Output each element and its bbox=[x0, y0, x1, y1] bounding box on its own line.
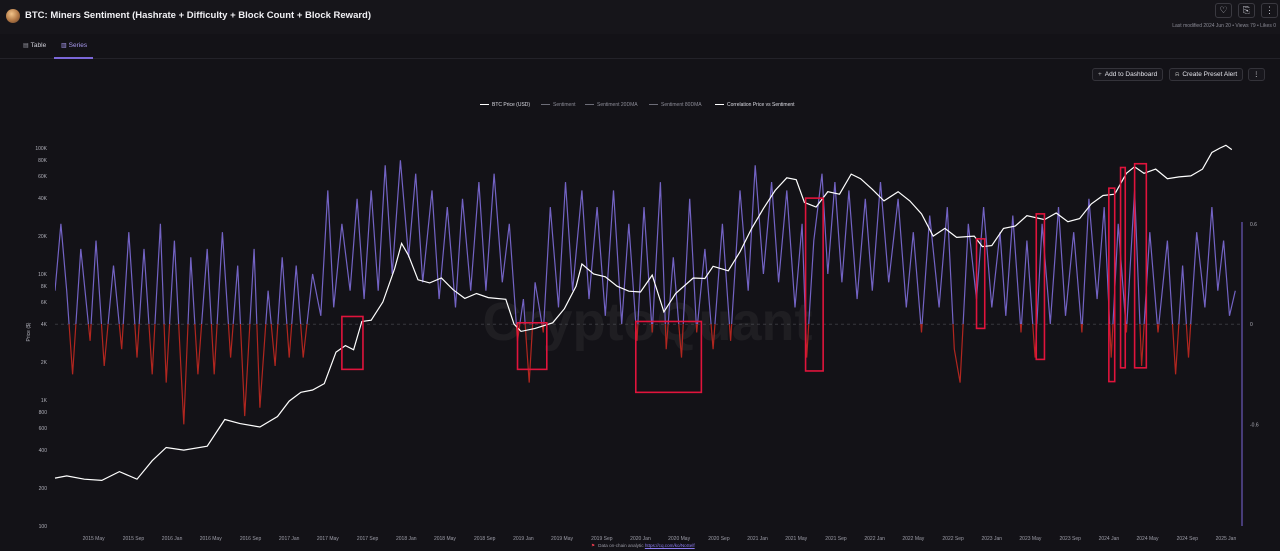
more-vertical-icon: ⋮ bbox=[1253, 71, 1260, 78]
more-options-button[interactable]: ⋮ bbox=[1261, 3, 1278, 18]
chart-icon: ▥ bbox=[61, 43, 67, 49]
x-tick-label: 2023 May bbox=[1019, 536, 1041, 542]
bell-icon: ⍾ bbox=[1175, 71, 1180, 78]
x-tick-label: 2020 May bbox=[668, 536, 690, 542]
x-tick-label: 2021 May bbox=[785, 536, 807, 542]
x-tick-label: 2019 May bbox=[551, 536, 573, 542]
y-tick-label: 800 bbox=[39, 410, 48, 416]
x-tick-label: 2020 Jan bbox=[630, 536, 651, 542]
plus-icon: + bbox=[1098, 71, 1102, 78]
toolbar-more-button[interactable]: ⋮ bbox=[1248, 68, 1265, 81]
y-tick-label: 10K bbox=[38, 272, 48, 278]
x-tick-label: 2023 Sep bbox=[1060, 536, 1082, 542]
tab-series-label: Series bbox=[68, 42, 88, 49]
legend-item-sentiment[interactable]: Sentiment bbox=[541, 102, 576, 108]
x-tick-label: 2019 Sep bbox=[591, 536, 613, 542]
chart-header: BTC: Miners Sentiment (Hashrate + Diffic… bbox=[0, 0, 1280, 34]
tab-table-label: Table bbox=[30, 42, 47, 49]
x-tick-label: 2024 Jan bbox=[1099, 536, 1120, 542]
view-tabs: ▤ Table ▥ Series bbox=[0, 34, 1280, 59]
x-tick-label: 2017 May bbox=[317, 536, 339, 542]
x-tick-label: 2025 Jan bbox=[1216, 536, 1237, 542]
right-tick-label: 0.6 bbox=[1250, 222, 1257, 228]
x-tick-label: 2016 Jan bbox=[162, 536, 183, 542]
active-tab-indicator bbox=[54, 57, 93, 59]
legend-label: Sentiment 80DMA bbox=[661, 102, 702, 108]
bookmark-button[interactable]: ⎘ bbox=[1238, 3, 1255, 18]
bookmark-icon: ⎘ bbox=[1242, 5, 1251, 15]
create-preset-alert-button[interactable]: ⍾ Create Preset Alert bbox=[1169, 68, 1244, 81]
y-tick-label: 20K bbox=[38, 234, 48, 240]
highlight-box bbox=[1119, 166, 1127, 369]
y-tick-label: 600 bbox=[39, 426, 48, 432]
x-tick-label: 2018 Sep bbox=[474, 536, 496, 542]
legend-label: BTC Price (USD) bbox=[492, 102, 531, 108]
x-tick-label: 2022 May bbox=[902, 536, 924, 542]
more-vertical-icon: ⋮ bbox=[1265, 5, 1274, 15]
x-tick-label: 2017 Jan bbox=[279, 536, 300, 542]
create-preset-alert-label: Create Preset Alert bbox=[1182, 71, 1238, 78]
page-title: BTC: Miners Sentiment (Hashrate + Diffic… bbox=[25, 10, 372, 21]
y-tick-label: 200 bbox=[39, 486, 48, 492]
y-tick-label: 1K bbox=[41, 398, 48, 404]
chart-legend: BTC Price (USD) Sentiment Sentiment 20DM… bbox=[0, 102, 1280, 112]
x-tick-label: 2023 Jan bbox=[981, 536, 1002, 542]
legend-item-price[interactable]: BTC Price (USD) bbox=[480, 102, 530, 108]
y-tick-label: 100K bbox=[35, 146, 47, 152]
x-tick-label: 2024 Sep bbox=[1177, 536, 1199, 542]
y-axis-label: Price ($) bbox=[26, 322, 32, 341]
x-tick-label: 2024 May bbox=[1137, 536, 1159, 542]
y-tick-label: 80K bbox=[38, 158, 48, 164]
tab-table[interactable]: ▤ Table bbox=[23, 42, 46, 49]
x-tick-label: 2021 Jan bbox=[747, 536, 768, 542]
miners-sentiment-chart[interactable]: CryptoQuant100K80K60K40K20K10K8K6K4K2K1K… bbox=[0, 112, 1280, 542]
x-tick-label: 2017 Sep bbox=[357, 536, 379, 542]
y-tick-label: 8K bbox=[41, 284, 48, 290]
chart-meta: Last modified 2024 Jun 20 • Views 79 • L… bbox=[1172, 23, 1276, 29]
x-tick-label: 2022 Jan bbox=[864, 536, 885, 542]
x-tick-label: 2020 Sep bbox=[708, 536, 730, 542]
legend-label: Sentiment bbox=[553, 102, 576, 108]
legend-label: Correlation Price vs Sentiment bbox=[727, 102, 795, 108]
tab-series[interactable]: ▥ Series bbox=[61, 42, 87, 49]
x-tick-label: 2016 Sep bbox=[240, 536, 262, 542]
add-to-dashboard-label: Add to Dashboard bbox=[1104, 71, 1158, 78]
y-tick-label: 40K bbox=[38, 196, 48, 202]
favorite-button[interactable]: ♡ bbox=[1215, 3, 1232, 18]
x-tick-label: 2015 May bbox=[83, 536, 105, 542]
legend-label: Sentiment 20DMA bbox=[597, 102, 638, 108]
footer-link[interactable]: https://cq.com/ko/NoSelf bbox=[645, 543, 695, 548]
x-tick-label: 2016 May bbox=[200, 536, 222, 542]
right-tick-label: -0.6 bbox=[1250, 422, 1259, 428]
author-avatar[interactable] bbox=[6, 9, 20, 23]
data-source-note: ⚑ Data on-chain analytic https://cq.com/k… bbox=[591, 543, 695, 549]
legend-item-correlation[interactable]: Correlation Price vs Sentiment bbox=[715, 102, 795, 108]
y-tick-label: 60K bbox=[38, 174, 48, 180]
legend-item-sentiment-80dma[interactable]: Sentiment 80DMA bbox=[649, 102, 702, 108]
y-tick-label: 4K bbox=[41, 322, 48, 328]
x-tick-label: 2021 Sep bbox=[825, 536, 847, 542]
x-tick-label: 2018 May bbox=[434, 536, 456, 542]
y-tick-label: 100 bbox=[39, 524, 48, 530]
x-tick-label: 2022 Sep bbox=[942, 536, 964, 542]
right-tick-label: 0 bbox=[1250, 322, 1253, 328]
footer-text: Data on-chain analytic bbox=[598, 543, 644, 548]
x-tick-label: 2015 Sep bbox=[123, 536, 145, 542]
x-tick-label: 2019 Jan bbox=[513, 536, 534, 542]
y-tick-label: 400 bbox=[39, 448, 48, 454]
table-icon: ▤ bbox=[23, 43, 29, 49]
y-tick-label: 6K bbox=[41, 300, 48, 306]
x-tick-label: 2018 Jan bbox=[396, 536, 417, 542]
legend-item-sentiment-20dma[interactable]: Sentiment 20DMA bbox=[585, 102, 638, 108]
heart-icon: ♡ bbox=[1219, 5, 1228, 15]
add-to-dashboard-button[interactable]: + Add to Dashboard bbox=[1092, 68, 1164, 81]
flag-icon: ⚑ bbox=[591, 543, 596, 548]
y-tick-label: 2K bbox=[41, 360, 48, 366]
